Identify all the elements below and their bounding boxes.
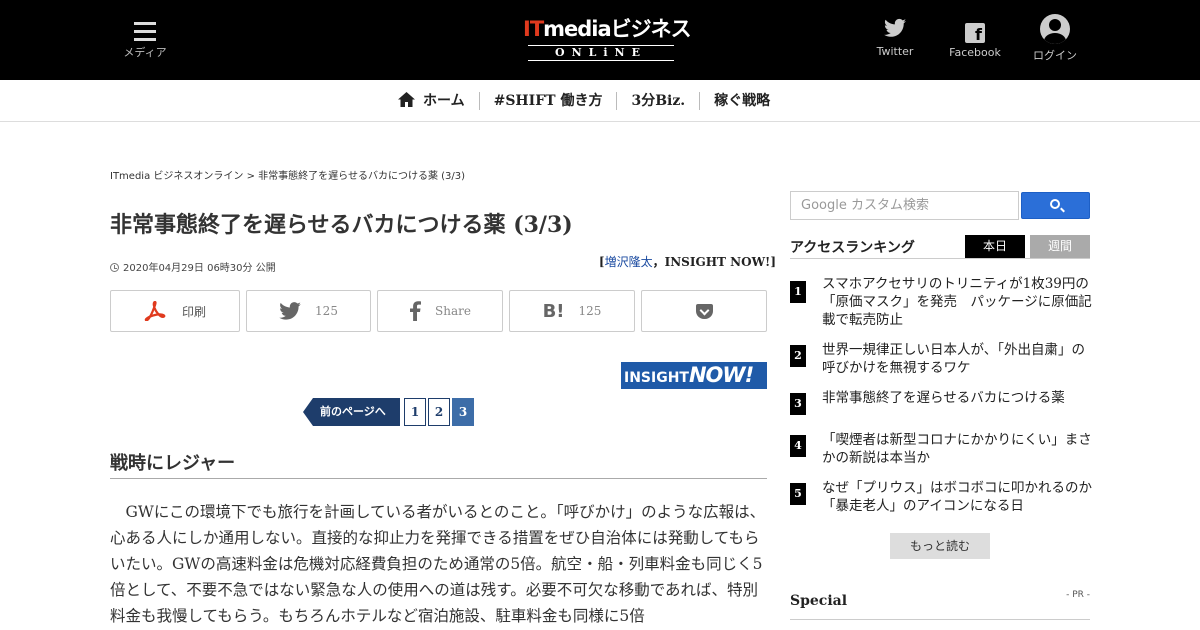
nav-home-label: ホーム xyxy=(423,93,465,109)
facebook-share-button[interactable]: Share xyxy=(377,290,503,332)
logo-main-text: mediaビジネス xyxy=(543,17,692,41)
byline: [増沢隆太，INSIGHT NOW!] xyxy=(599,253,776,270)
twitter-label: Twitter xyxy=(876,45,914,58)
article-body-paragraph: GWにこの環境下でも旅行を計画している者がいるとのこと。「呼びかけ」のような広報… xyxy=(110,503,766,625)
facebook-icon: f xyxy=(965,23,985,43)
pocket-icon xyxy=(695,303,713,319)
special-section-header: Special - PR - xyxy=(790,590,1090,620)
article-title: 非常事態終了を遅らせるバカにつける薬 (3/3) xyxy=(110,212,573,238)
site-logo[interactable]: ITmediaビジネス ONLiNE xyxy=(523,16,692,64)
hamburger-icon xyxy=(134,22,156,41)
breadcrumb-separator: > xyxy=(243,171,259,182)
tab-today[interactable]: 本日 xyxy=(965,235,1025,258)
breadcrumb-root-link[interactable]: ITmedia ビジネスオンライン xyxy=(110,171,243,182)
rank-number: 1 xyxy=(790,281,806,303)
rank-number: 2 xyxy=(790,345,806,367)
user-avatar-icon xyxy=(1040,14,1070,44)
nav-item-3min-biz[interactable]: 3分Biz. xyxy=(616,92,699,110)
byline-publisher: ，INSIGHT NOW!] xyxy=(652,255,776,269)
ranking-item-title: 世界一規律正しい日本人が、「外出自粛」の呼びかけを無視するワケ xyxy=(822,342,1085,376)
site-header: メディア ITmediaビジネス ONLiNE Twitter f Facebo… xyxy=(0,0,1200,80)
search-icon xyxy=(1050,199,1060,209)
ranking-item-title: なぜ「プリウス」はボコボコに叩かれるのか 「暴走老人」のアイコンになる日 xyxy=(822,480,1106,514)
publish-date-text: 2020年04月29日 06時30分 公開 xyxy=(123,263,276,274)
author-link[interactable]: 増沢隆太 xyxy=(605,255,653,269)
nav-item-home[interactable]: ホーム xyxy=(398,92,479,110)
facebook-share-label: Share xyxy=(435,304,471,318)
page-3-current: 3 xyxy=(452,398,474,426)
facebook-icon xyxy=(410,301,422,321)
tweet-button[interactable]: 125 xyxy=(246,290,371,332)
twitter-icon xyxy=(884,18,906,37)
logo-sub-text: ONLiNE xyxy=(528,45,674,61)
nav-item-shift[interactable]: #SHIFT 働き方 xyxy=(478,92,617,110)
print-button[interactable]: 印刷 xyxy=(110,290,240,332)
publish-date: 2020年04月29日 06時30分 公開 xyxy=(110,259,276,274)
page-2-link[interactable]: 2 xyxy=(428,398,450,426)
rank-number: 4 xyxy=(790,435,806,457)
more-ranking-button[interactable]: もっと読む xyxy=(890,533,990,559)
nav-item-strategy[interactable]: 稼ぐ戦略 xyxy=(699,92,784,110)
ranking-header: アクセスランキング 本日 週間 xyxy=(790,235,1090,259)
ranking-item-title: 「喫煙者は新型コロナにかかりにくい」まさかの新説は本当か xyxy=(822,432,1092,466)
hatena-bookmark-button[interactable]: B! 125 xyxy=(509,290,635,332)
insight-now-logo[interactable]: INSIGHTNOW! xyxy=(621,362,767,389)
twitter-icon xyxy=(279,302,301,320)
tweet-count: 125 xyxy=(315,304,338,318)
print-label: 印刷 xyxy=(181,304,206,319)
prev-page-button[interactable]: 前のページへ xyxy=(303,398,400,426)
now-logo-text: NOW! xyxy=(688,363,754,387)
login-label: ログイン xyxy=(1033,49,1077,62)
pr-label: - PR - xyxy=(1066,590,1090,600)
header-facebook-link[interactable]: f Facebook xyxy=(945,18,1005,59)
media-menu-button[interactable]: メディア xyxy=(122,20,168,60)
ranking-title: アクセスランキング xyxy=(790,240,915,256)
share-bar: 印刷 125 Share B! 125 xyxy=(110,290,767,332)
breadcrumb-current: 非常事態終了を遅らせるバカにつける薬 (3/3) xyxy=(258,171,466,182)
media-menu-label: メディア xyxy=(123,46,167,59)
rank-number: 5 xyxy=(790,483,806,505)
logo-it-text: IT xyxy=(523,17,544,41)
ranking-item-title: 非常事態終了を遅らせるバカにつける薬 xyxy=(822,390,1065,406)
login-button[interactable]: ログイン xyxy=(1028,14,1082,63)
main-nav: ホーム #SHIFT 働き方 3分Biz. 稼ぐ戦略 xyxy=(0,80,1200,122)
rank-number: 3 xyxy=(790,393,806,415)
header-twitter-link[interactable]: Twitter xyxy=(870,18,920,58)
clock-icon xyxy=(110,263,119,272)
tab-weekly[interactable]: 週間 xyxy=(1030,235,1090,258)
hatena-count: 125 xyxy=(578,304,602,318)
insight-logo-text: INSIGHT xyxy=(624,370,689,386)
facebook-label: Facebook xyxy=(949,46,1001,59)
hatena-bookmark-icon: B! xyxy=(542,300,565,322)
ranking-item-title: スマホアクセサリのトリニティが1枚39円の「原価マスク」を発売 パッケージに原価… xyxy=(822,276,1092,328)
search-input[interactable]: Google カスタム検索 xyxy=(790,191,1019,220)
breadcrumb: ITmedia ビジネスオンライン > 非常事態終了を遅らせるバカにつける薬 (… xyxy=(110,167,465,182)
search-button[interactable] xyxy=(1021,192,1090,219)
special-title: Special xyxy=(790,593,848,609)
home-icon xyxy=(398,92,415,107)
section-heading: 戦時にレジャー xyxy=(110,449,767,479)
pocket-button[interactable] xyxy=(641,290,767,332)
pdf-print-icon xyxy=(144,301,166,321)
page-1-link[interactable]: 1 xyxy=(404,398,426,426)
